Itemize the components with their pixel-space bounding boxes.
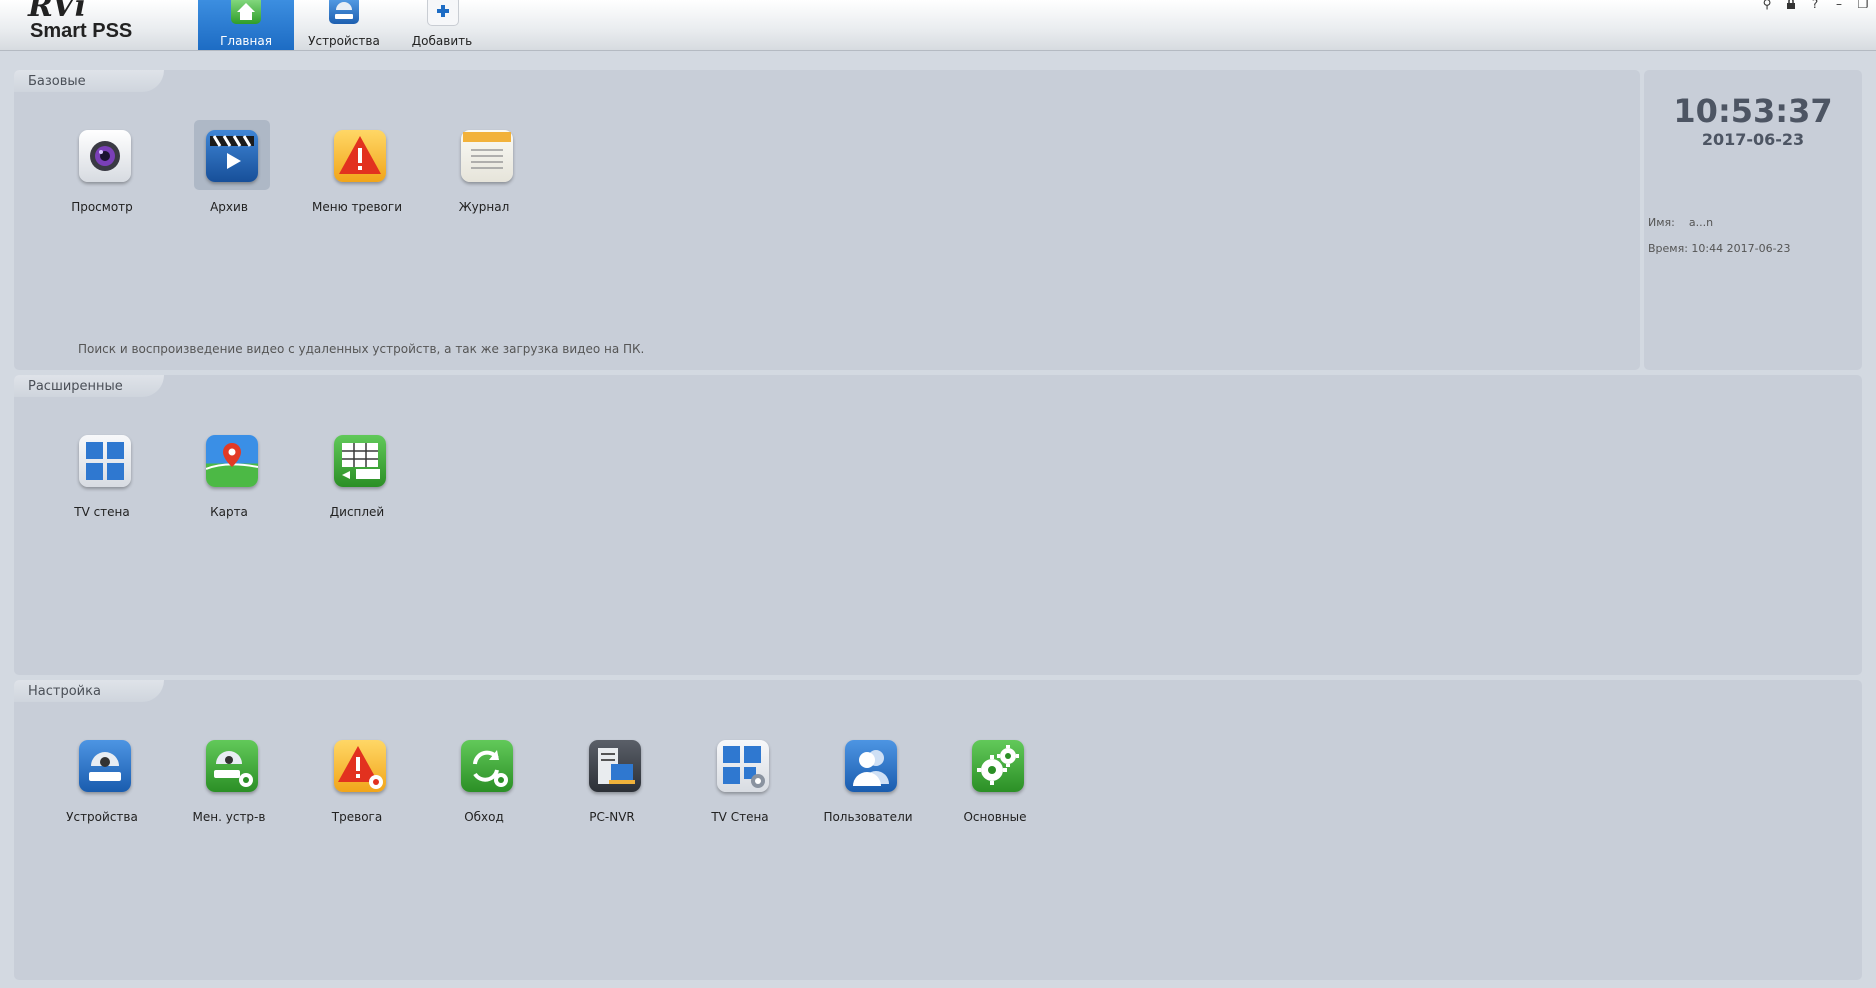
plus-icon (427, 0, 459, 26)
camera-lens-icon (79, 130, 131, 182)
user-name-value: a...n (1688, 216, 1714, 229)
app-users-label: Пользователи (823, 810, 913, 824)
app-archive-label: Архив (210, 200, 248, 214)
grid-screens-icon (79, 435, 131, 487)
app-pc-nvr-label: PC-NVR (589, 810, 635, 824)
login-time-row: Время: 10:44 2017-06-23 (1648, 242, 1791, 255)
app-preview-label: Просмотр (71, 200, 133, 214)
app-map[interactable]: Карта (179, 425, 279, 525)
app-display-label: Дисплей (329, 505, 385, 519)
section-extended-header: Расширенные (14, 375, 164, 397)
app-alarm-menu-label: Меню тревоги (311, 200, 402, 214)
gears-icon (972, 740, 1024, 792)
grid-screens-gear-icon (717, 740, 769, 792)
warning-triangle-icon (334, 130, 386, 182)
app-general[interactable]: Основные (945, 730, 1045, 830)
nav-tab-devices[interactable]: Устройства (296, 0, 392, 50)
app-devices-setup-label: Устройства (66, 810, 138, 824)
title-bar: RVi Smart PSS Главная Устройства Добавит… (0, 0, 1876, 51)
login-time-label: Время: (1648, 242, 1688, 255)
app-device-manager[interactable]: Мен. устр-в (179, 730, 279, 830)
section-basic-header: Базовые (14, 70, 164, 92)
app-devices-setup[interactable]: Устройства (52, 730, 152, 830)
restore-icon[interactable]: ❐ (1856, 0, 1870, 12)
app-preview[interactable]: Просмотр (52, 120, 152, 220)
user-name-label: Имя: (1648, 216, 1675, 229)
camera-dome-icon (329, 0, 359, 24)
app-alarm-menu[interactable]: Меню тревоги (307, 120, 407, 220)
nav-tab-add[interactable]: Добавить (394, 0, 490, 50)
app-general-label: Основные (963, 810, 1027, 824)
camera-gear-icon (206, 740, 258, 792)
help-icon[interactable]: ? (1808, 0, 1822, 12)
status-panel: 10:53:37 2017-06-23 Имя: a...n Время: 10:… (1644, 70, 1862, 370)
map-pin-icon (205, 435, 259, 487)
app-map-label: Карта (210, 505, 248, 519)
nav-tab-home[interactable]: Главная (198, 0, 294, 50)
app-archive[interactable]: Архив (179, 120, 279, 220)
nav-tab-home-label: Главная (220, 34, 272, 48)
app-tv-wall[interactable]: TV стена (52, 425, 152, 525)
camera-dome-icon (79, 740, 131, 792)
app-alarm-setup[interactable]: Тревога (307, 730, 407, 830)
current-time: 10:53:37 (1673, 92, 1833, 130)
clapperboard-play-icon (206, 130, 258, 182)
section-settings: Настройка Устройства Мен. устр-в Тревога… (14, 680, 1862, 980)
pin-icon[interactable]: ⚲ (1760, 0, 1774, 12)
pc-nvr-icon (589, 740, 641, 792)
app-log-label: Журнал (458, 200, 510, 214)
display-grid-icon (334, 435, 386, 487)
login-time-value: 10:44 2017-06-23 (1691, 242, 1791, 255)
section-settings-title: Настройка (28, 684, 101, 699)
app-pc-nvr[interactable]: PC-NVR (562, 730, 662, 830)
current-date: 2017-06-23 (1701, 130, 1805, 149)
minimize-icon[interactable]: – (1832, 0, 1846, 12)
app-tour[interactable]: Обход (434, 730, 534, 830)
section-extended: Расширенные TV стена Карта Дисплей (14, 375, 1862, 675)
logo-brand: RVi (28, 0, 87, 24)
section-basic: Базовые Просмотр Архив Меню тревоги Журн… (14, 70, 1640, 370)
section-basic-description: Поиск и воспроизведение видео с удаленны… (78, 342, 645, 356)
lock-icon[interactable] (1784, 0, 1798, 12)
app-log[interactable]: Журнал (434, 120, 534, 220)
app-alarm-setup-label: Тревога (331, 810, 383, 824)
users-icon (845, 740, 897, 792)
nav-tab-add-label: Добавить (411, 34, 473, 48)
app-tv-wall-setup-label: TV Стена (711, 810, 769, 824)
app-tour-label: Обход (464, 810, 504, 824)
home-icon (231, 0, 261, 24)
notepad-icon (461, 130, 513, 182)
app-tv-wall-setup[interactable]: TV Стена (690, 730, 790, 830)
app-tv-wall-label: TV стена (74, 505, 130, 519)
section-basic-title: Базовые (28, 74, 86, 89)
refresh-gear-icon (461, 740, 513, 792)
window-controls: ⚲ ? – ❐ (1760, 0, 1870, 14)
app-display[interactable]: Дисплей (307, 425, 407, 525)
app-device-manager-label: Мен. устр-в (192, 810, 266, 824)
logo-product: Smart PSS (30, 20, 133, 42)
user-name-row: Имя: a...n (1648, 216, 1713, 229)
warning-gear-icon (334, 740, 386, 792)
section-settings-header: Настройка (14, 680, 164, 702)
section-extended-title: Расширенные (28, 379, 123, 394)
app-logo: RVi Smart PSS (28, 0, 148, 46)
nav-tab-devices-label: Устройства (308, 34, 380, 48)
app-users[interactable]: Пользователи (818, 730, 918, 830)
